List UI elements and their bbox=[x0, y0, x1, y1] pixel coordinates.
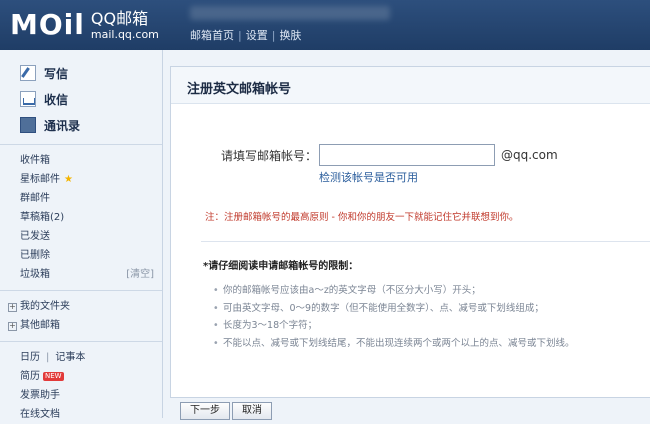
addressbook-icon bbox=[20, 117, 36, 133]
new-badge: NEW bbox=[43, 371, 64, 381]
sidebar-item-label: 其他邮箱 bbox=[20, 320, 60, 331]
sidebar-item-label: 星标邮件 bbox=[20, 174, 60, 185]
qqmail-logo[interactable]: MOil QQ邮箱 mail.qq.com bbox=[10, 8, 159, 42]
sidebar-groups: + 我的文件夹 + 其他邮箱 bbox=[0, 297, 162, 335]
check-availability-link[interactable]: 检测该帐号是否可用 bbox=[319, 169, 418, 185]
clear-spam-link[interactable]: [清空] bbox=[126, 265, 154, 284]
account-form-row: 请填写邮箱帐号： @qq.com bbox=[217, 144, 558, 166]
sidebar-item-label: 我的文件夹 bbox=[20, 301, 70, 312]
cancel-button[interactable]: 取消 bbox=[232, 402, 272, 420]
sidebar-item-label: 垃圾箱 bbox=[20, 269, 50, 280]
compose-icon bbox=[20, 65, 36, 81]
main-panel: 注册英文邮箱帐号 请填写邮箱帐号： @qq.com 检测该帐号是否可用 注：注册… bbox=[170, 66, 650, 398]
sidebar-item-label: 收信 bbox=[44, 92, 69, 107]
account-name-blurred bbox=[190, 6, 390, 20]
sidebar-item-drafts[interactable]: 草稿箱(2) bbox=[0, 208, 162, 227]
logo-product-name: QQ邮箱 bbox=[90, 8, 149, 28]
sidebar-item-inbox[interactable]: 收件箱 bbox=[0, 151, 162, 170]
sidebar-item-notebook[interactable]: 记事本 bbox=[55, 352, 85, 363]
rules-list: 你的邮箱帐号应该由a～z的英文字母（不区分大小写）开头； 可由英文字母、0～9的… bbox=[213, 282, 575, 353]
tools-separator: | bbox=[46, 352, 50, 363]
logo-side-text: QQ邮箱 mail.qq.com bbox=[90, 8, 159, 41]
sidebar-folders: 收件箱 星标邮件 ★ 群邮件 草稿箱(2) 已发送 已删除 垃圾箱 [清空] bbox=[0, 151, 162, 284]
top-links: 邮箱首页 | 设置 | 换肤 bbox=[190, 27, 301, 43]
sidebar-item-deleted[interactable]: 已删除 bbox=[0, 246, 162, 265]
expand-icon[interactable]: + bbox=[8, 322, 17, 331]
account-field-label: 请填写邮箱帐号： bbox=[220, 148, 317, 163]
sidebar-item-group-mail[interactable]: 群邮件 bbox=[0, 189, 162, 208]
link-mail-home[interactable]: 邮箱首页 bbox=[190, 29, 234, 42]
link-skin[interactable]: 换肤 bbox=[279, 29, 301, 42]
page-title: 注册英文邮箱帐号 bbox=[187, 82, 292, 97]
sidebar-item-contacts[interactable]: 通讯录 bbox=[0, 112, 162, 138]
logo-domain: mail.qq.com bbox=[90, 27, 159, 41]
sidebar-main-actions: 写信 收信 通讯录 bbox=[0, 50, 162, 138]
rule-item: 你的邮箱帐号应该由a～z的英文字母（不区分大小写）开头； bbox=[213, 282, 575, 300]
expand-icon[interactable]: + bbox=[8, 303, 17, 312]
sidebar-item-label: 通讯录 bbox=[44, 118, 81, 133]
sidebar-item-spam[interactable]: 垃圾箱 [清空] bbox=[0, 265, 162, 284]
link-separator: | bbox=[271, 29, 276, 42]
logo-wordmark: MOil bbox=[10, 8, 85, 41]
domain-suffix: @qq.com bbox=[501, 148, 558, 162]
sidebar-divider bbox=[0, 341, 162, 342]
link-separator: | bbox=[238, 29, 242, 42]
sidebar-item-starred[interactable]: 星标邮件 ★ bbox=[0, 170, 162, 189]
sidebar-item-compose[interactable]: 写信 bbox=[0, 60, 162, 86]
sidebar-item-label: 简历 bbox=[20, 371, 40, 382]
rule-item: 不能以点、减号或下划线结尾，不能出现连续两个或两个以上的点、减号或下划线。 bbox=[213, 335, 575, 353]
sidebar-item-my-folders[interactable]: + 我的文件夹 bbox=[0, 297, 162, 316]
naming-note: 注：注册邮箱帐号的最高原则 - 你和你的朋友一下就能记住它并联想到你。 bbox=[205, 212, 519, 223]
sidebar-tools-row: 日历 | 记事本 bbox=[0, 348, 162, 367]
sidebar-item-other-mailboxes[interactable]: + 其他邮箱 bbox=[0, 316, 162, 335]
sidebar-divider bbox=[0, 290, 162, 291]
account-input[interactable] bbox=[319, 144, 495, 166]
button-bar: 下一步 取消 bbox=[180, 402, 274, 420]
star-icon: ★ bbox=[64, 174, 73, 185]
sidebar: 写信 收信 通讯录 收件箱 星标邮件 ★ 群邮件 草稿箱(2) 已发送 已删除 垃… bbox=[0, 50, 163, 420]
link-settings[interactable]: 设置 bbox=[246, 29, 268, 42]
top-bar: MOil QQ邮箱 mail.qq.com 邮箱首页 | 设置 | 换肤 bbox=[0, 0, 650, 50]
rule-item: 长度为3～18个字符； bbox=[213, 317, 575, 335]
rules-title: *请仔细阅读申请邮箱帐号的限制： bbox=[203, 261, 359, 272]
sidebar-divider bbox=[0, 144, 162, 145]
sidebar-item-calendar[interactable]: 日历 bbox=[20, 352, 40, 363]
next-button[interactable]: 下一步 bbox=[180, 402, 230, 420]
sidebar-item-docs[interactable]: 在线文档 bbox=[0, 405, 162, 424]
sidebar-item-resume[interactable]: 简历 NEW bbox=[0, 367, 162, 386]
inbox-icon bbox=[20, 91, 36, 107]
section-divider bbox=[201, 241, 650, 242]
sidebar-item-sent[interactable]: 已发送 bbox=[0, 227, 162, 246]
sidebar-item-label: 写信 bbox=[44, 66, 69, 81]
sidebar-tools: 日历 | 记事本 简历 NEW 发票助手 在线文档 bbox=[0, 348, 162, 424]
rule-item: 可由英文字母、0～9的数字（但不能使用全数字）、点、减号或下划线组成； bbox=[213, 300, 575, 318]
sidebar-item-invoice[interactable]: 发票助手 bbox=[0, 386, 162, 405]
sidebar-item-receive[interactable]: 收信 bbox=[0, 86, 162, 112]
